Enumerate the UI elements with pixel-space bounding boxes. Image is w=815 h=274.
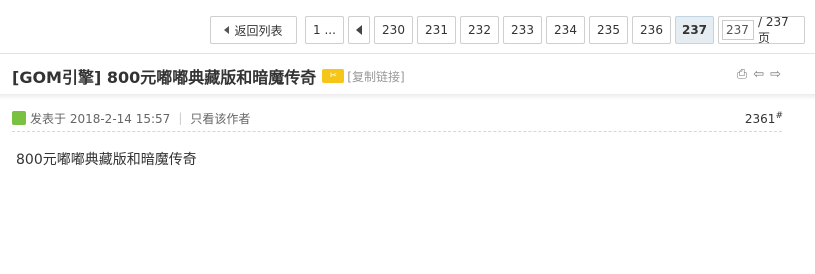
title-divider bbox=[0, 94, 815, 100]
page-link[interactable]: 235 bbox=[589, 16, 628, 44]
post-divider bbox=[12, 131, 782, 132]
only-author-link[interactable]: 只看该作者 bbox=[190, 110, 250, 127]
copy-link-icon: ✂ bbox=[322, 69, 345, 83]
page-jump: / 237 页 bbox=[718, 14, 805, 45]
thread-tools: ⎙ ⇦ ⇨ bbox=[737, 67, 781, 82]
floor-number-value: 2361 bbox=[744, 111, 776, 126]
current-page: 237 bbox=[675, 16, 714, 44]
page-jump-input[interactable] bbox=[722, 20, 754, 40]
page-link[interactable]: 232 bbox=[460, 16, 499, 44]
floor-mark: # bbox=[775, 110, 783, 121]
page-link[interactable]: 234 bbox=[546, 16, 585, 44]
prev-page-button[interactable] bbox=[348, 16, 370, 44]
floor-number[interactable]: 2361# bbox=[745, 111, 783, 126]
arrow-left-icon bbox=[224, 26, 230, 34]
page-link[interactable]: 233 bbox=[503, 16, 542, 44]
post-content: 800元嘟嘟典藏版和暗魔传奇 bbox=[16, 152, 197, 168]
thread-title: [GOM引擎] 800元嘟嘟典藏版和暗魔传奇 bbox=[12, 68, 317, 87]
prev-arrow-icon bbox=[356, 25, 362, 35]
header-divider bbox=[0, 53, 815, 54]
post-time: 发表于 2018-2-14 15:57 bbox=[30, 111, 171, 126]
online-status-icon bbox=[12, 111, 26, 125]
back-to-list-button[interactable]: 返回列表 bbox=[210, 16, 297, 44]
print-icon[interactable]: ⎙ bbox=[737, 67, 747, 82]
back-to-list-label: 返回列表 bbox=[234, 23, 283, 38]
thread-title-row: [GOM引擎] 800元嘟嘟典藏版和暗魔传奇 ✂ [复制链接] ⎙ ⇦ ⇨ bbox=[12, 63, 803, 89]
first-page-link[interactable]: 1 ... bbox=[305, 16, 344, 44]
prev-thread-icon[interactable]: ⇦ bbox=[753, 67, 764, 82]
info-divider: | bbox=[178, 111, 183, 125]
page-link[interactable]: 231 bbox=[417, 16, 456, 44]
total-pages-label: / 237 页 bbox=[758, 14, 789, 45]
page-link[interactable]: 236 bbox=[632, 16, 671, 44]
post-info-row: 发表于 2018-2-14 15:57 | 只看该作者 2361# bbox=[12, 109, 783, 127]
next-thread-icon[interactable]: ⇨ bbox=[770, 67, 781, 82]
pagination: 返回列表 1 ... 230 231 232 233 234 235 236 2… bbox=[210, 14, 805, 45]
copy-link[interactable]: [复制链接] bbox=[347, 68, 404, 85]
page-link[interactable]: 230 bbox=[374, 16, 413, 44]
